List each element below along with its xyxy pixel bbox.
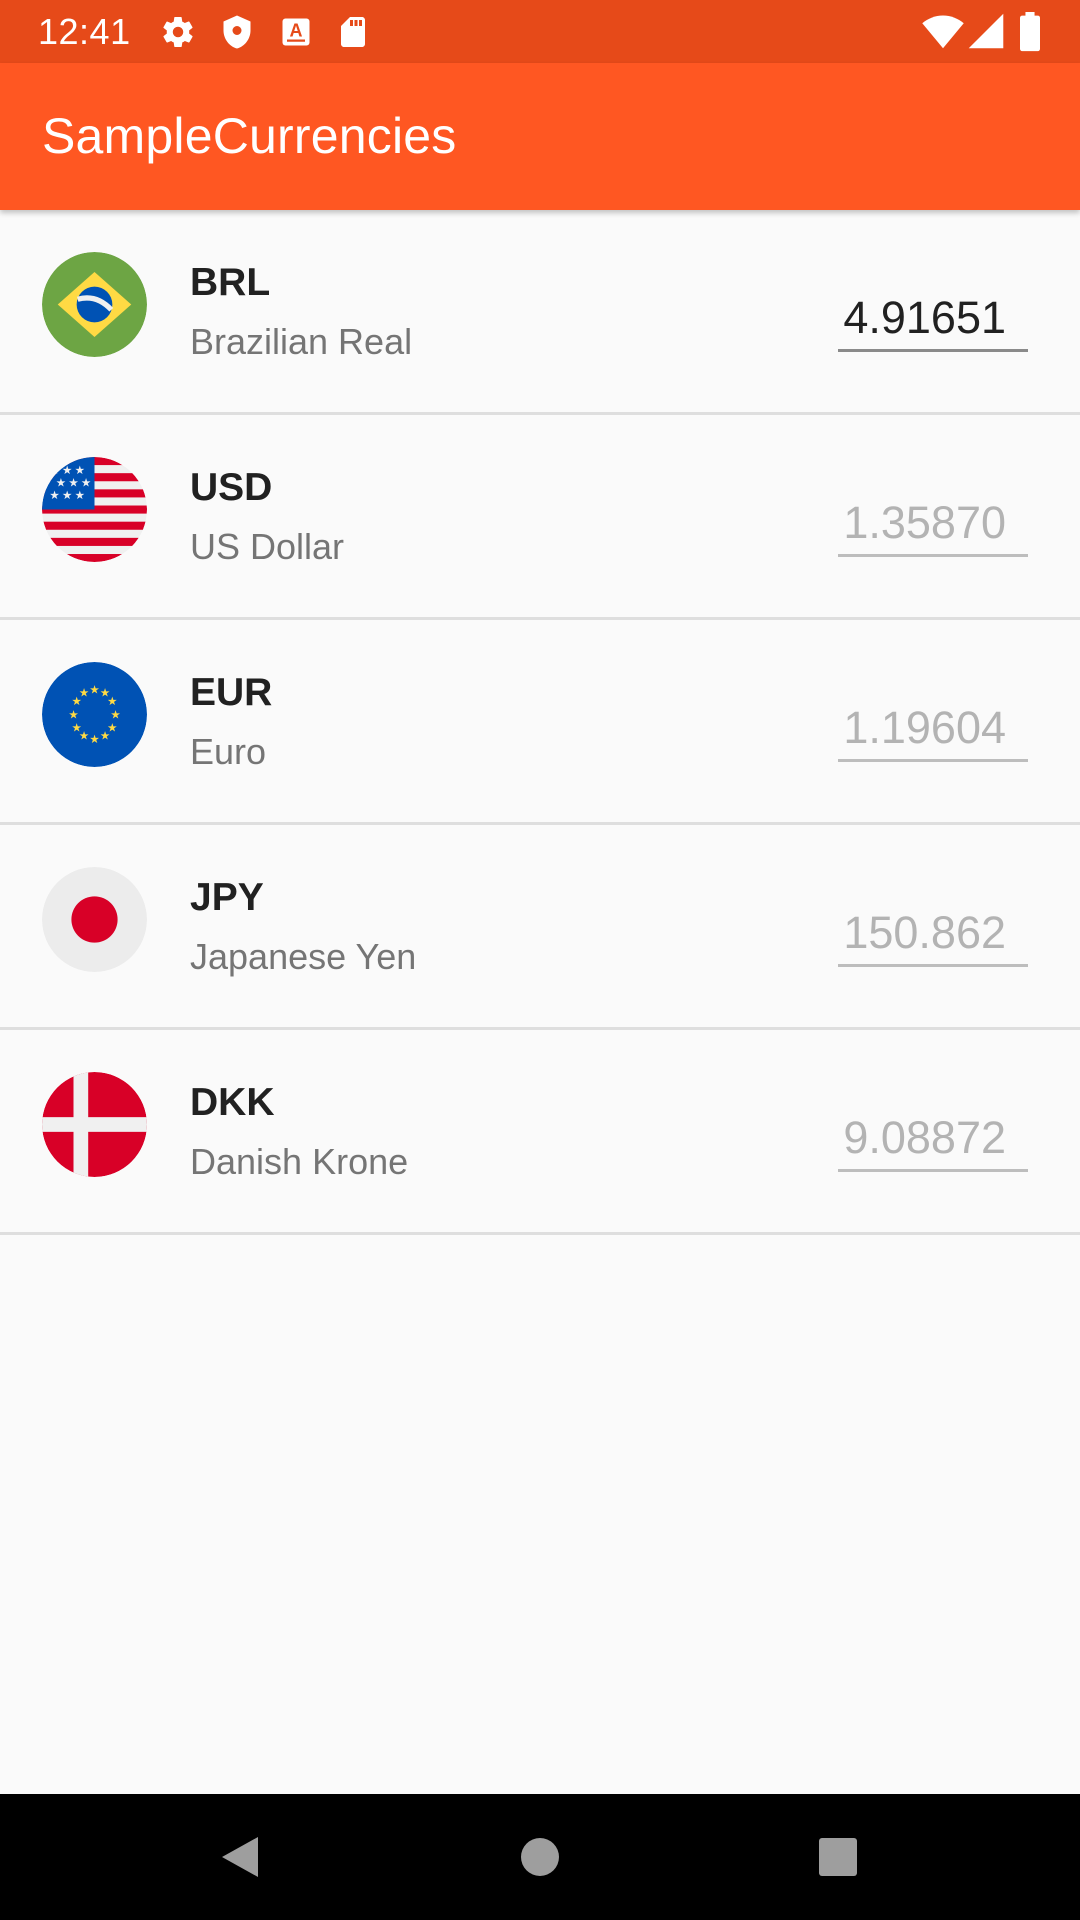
sd-card-icon: [341, 17, 365, 47]
currency-row-brl[interactable]: BRL Brazilian Real: [0, 210, 1080, 415]
currency-name: US Dollar: [190, 526, 345, 567]
currency-value-input[interactable]: [838, 901, 1028, 967]
svg-text:★: ★: [107, 694, 117, 708]
signal-icon: [968, 13, 1004, 49]
svg-text:★: ★: [100, 729, 110, 743]
status-bar: 12:41 A: [0, 0, 1080, 63]
currency-row-usd[interactable]: ★ ★ ★ ★ ★ ★ ★ ★ ★ USD US Dollar: [0, 415, 1080, 620]
svg-text:★: ★: [68, 708, 78, 722]
navigation-bar: [0, 1794, 1080, 1920]
currency-name: Euro: [190, 731, 267, 772]
denmark-flag-icon: [42, 1072, 147, 1177]
home-icon[interactable]: [512, 1827, 568, 1887]
currency-row-eur[interactable]: ★ ★ ★ ★ ★ ★ ★ ★ ★ ★ ★ ★ EUR Euro: [0, 620, 1080, 825]
app-bar: SampleCurrencies: [0, 63, 1080, 210]
svg-text:★: ★: [75, 488, 85, 502]
shield-icon: [223, 15, 251, 49]
usa-flag-icon: ★ ★ ★ ★ ★ ★ ★ ★ ★: [42, 457, 147, 562]
currency-code: JPY: [190, 876, 264, 919]
status-time: 12:41: [38, 11, 131, 52]
currency-list: BRL Brazilian Real ★★★ ★★★ ★★★: [0, 210, 1080, 1235]
currency-name: Brazilian Real: [190, 321, 413, 362]
svg-text:★: ★: [62, 488, 72, 502]
wifi-icon: [922, 15, 964, 49]
currency-row-jpy[interactable]: JPY Japanese Yen: [0, 825, 1080, 1030]
currency-code: DKK: [190, 1081, 275, 1124]
svg-text:A: A: [290, 21, 303, 41]
back-icon[interactable]: [214, 1827, 266, 1887]
battery-icon: [1020, 12, 1040, 52]
svg-text:★: ★: [89, 683, 99, 697]
currency-row-dkk[interactable]: DKK Danish Krone: [0, 1030, 1080, 1235]
currency-value-input[interactable]: [838, 491, 1028, 557]
currency-code: BRL: [190, 261, 271, 304]
svg-text:★: ★: [79, 686, 89, 700]
currency-code: USD: [190, 466, 273, 509]
a-badge-icon: A: [282, 18, 310, 46]
svg-text:★: ★: [71, 720, 81, 734]
svg-text:★: ★: [49, 488, 59, 502]
recents-icon[interactable]: [812, 1827, 864, 1887]
gear-icon: [163, 17, 193, 48]
eu-flag-icon: ★ ★ ★ ★ ★ ★ ★ ★ ★ ★ ★ ★: [42, 662, 147, 767]
brazil-flag-icon: [42, 252, 147, 357]
currency-value-input[interactable]: [838, 1106, 1028, 1172]
currency-code: EUR: [190, 671, 273, 714]
currency-value-input[interactable]: [838, 286, 1028, 352]
currency-name: Danish Krone: [190, 1141, 409, 1182]
app-title: SampleCurrencies: [42, 108, 457, 164]
currency-name: Japanese Yen: [190, 936, 417, 977]
currency-value-input[interactable]: [838, 696, 1028, 762]
japan-flag-icon: [42, 867, 147, 972]
svg-text:★: ★: [89, 732, 99, 746]
